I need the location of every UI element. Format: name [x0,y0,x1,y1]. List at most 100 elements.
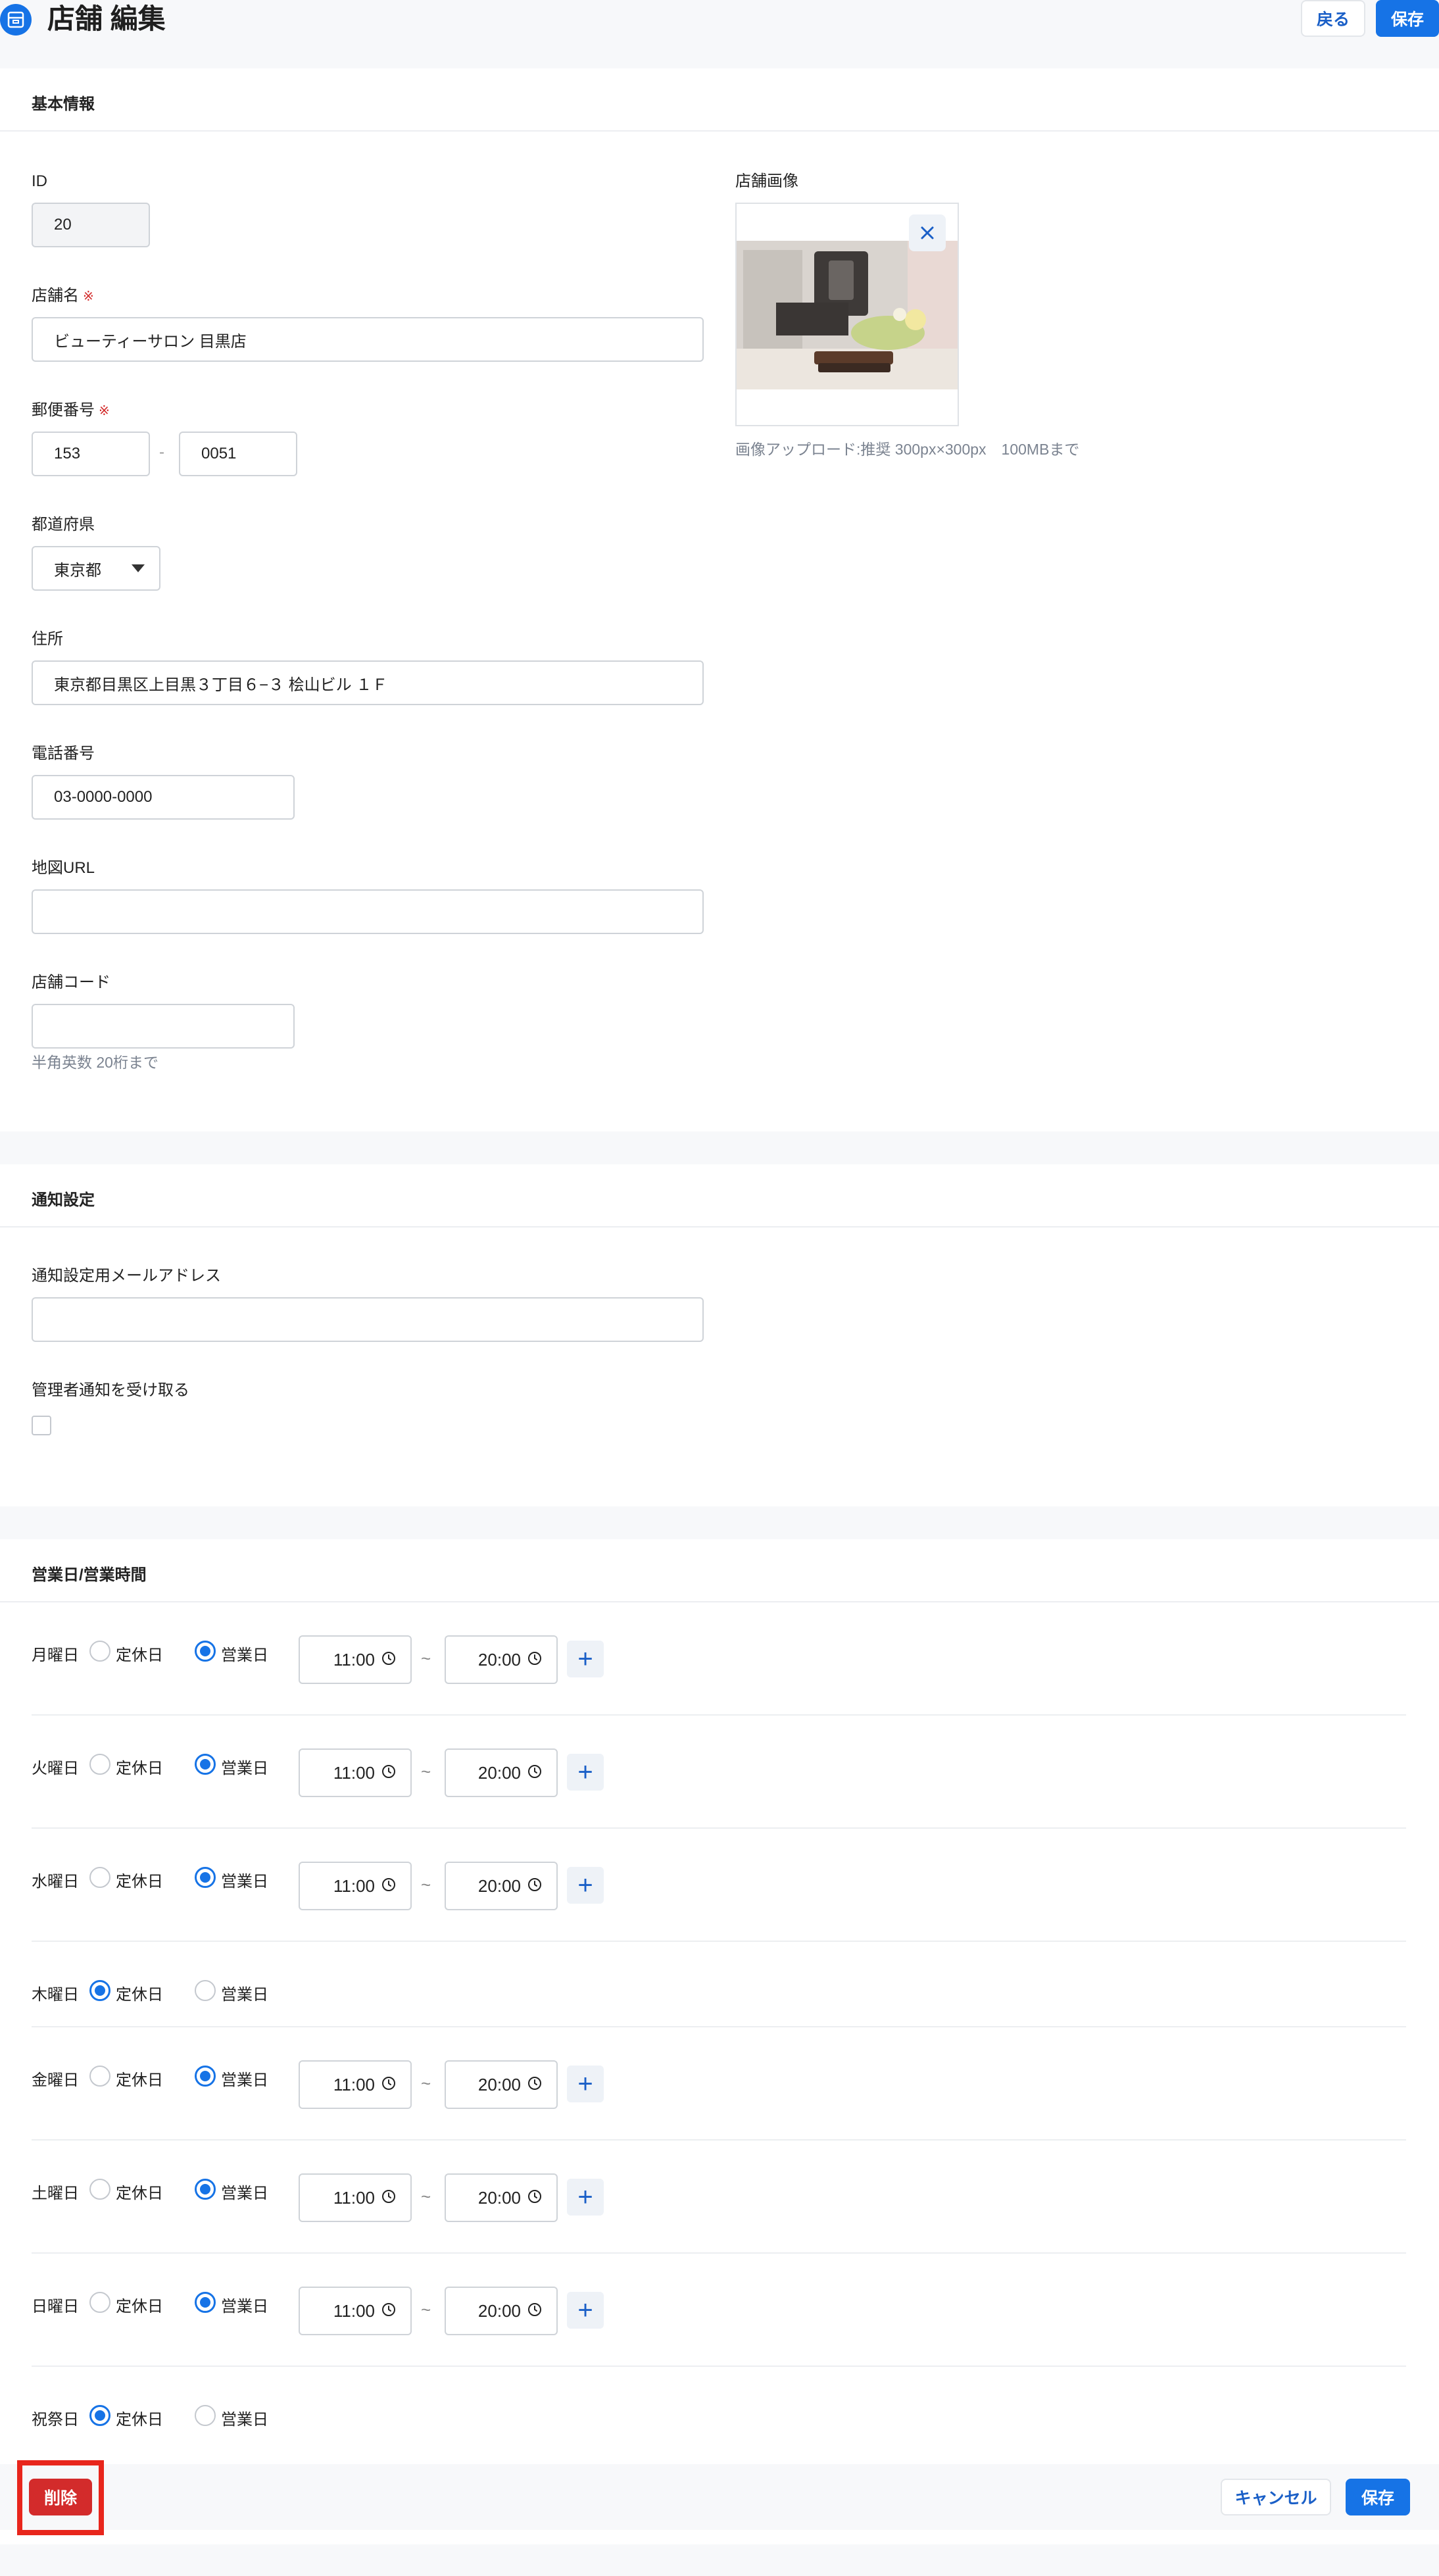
prefecture-label: 都道府県 [32,516,95,533]
open-radio[interactable] [195,2405,216,2426]
open-radio[interactable] [195,2179,216,2200]
open-radio[interactable] [195,1754,216,1775]
open-radio-label: 営業日 [221,2298,268,2316]
clock-icon [527,2075,542,2095]
closed-radio[interactable] [89,2066,110,2087]
footer-save-button[interactable]: 保存 [1346,2479,1410,2515]
end-time-input[interactable]: 20:00 [445,2060,558,2109]
page-title: 店舗 編集 [47,3,166,34]
delete-button[interactable]: 削除 [29,2479,92,2515]
business-hours-card [0,1539,1439,2544]
store-code-label: 店舗コード [32,974,110,991]
time-separator: ~ [421,2073,431,2093]
day-label: 水曜日 [32,1873,79,1891]
divider [0,1226,1439,1227]
store-name-label: 店舗名 ※ [32,287,94,305]
time-separator: ~ [421,1648,431,1668]
end-time-input[interactable]: 20:00 [445,2173,558,2222]
start-time-value: 11:00 [333,1649,375,1670]
row-divider [32,1827,1406,1829]
map-url-input[interactable] [32,889,704,934]
cancel-button[interactable]: キャンセル [1221,2479,1331,2515]
phone-input[interactable]: 03-0000-0000 [32,775,295,820]
store-name-input[interactable]: ビューティーサロン 目黒店 [32,317,704,362]
start-time-input[interactable]: 11:00 [299,2060,412,2109]
basic-info-card [0,68,1439,1131]
store-code-input[interactable] [32,1004,295,1049]
clock-icon [381,1763,396,1783]
open-radio-label: 営業日 [221,1760,268,1777]
address-label: 住所 [32,630,63,648]
closed-radio[interactable] [89,1867,110,1888]
open-radio[interactable] [195,2292,216,2313]
closed-radio[interactable] [89,2292,110,2313]
remove-image-button[interactable] [909,214,946,251]
end-time-input[interactable]: 20:00 [445,1635,558,1684]
prefecture-value: 東京都 [54,561,101,580]
closed-radio[interactable] [89,2179,110,2200]
header-save-button[interactable]: 保存 [1376,0,1439,37]
add-time-slot-button[interactable]: + [567,2292,604,2329]
day-label: 祝祭日 [32,2411,79,2429]
row-divider [32,2252,1406,2254]
open-radio[interactable] [195,1641,216,1662]
notification-email-input[interactable] [32,1297,704,1342]
closed-radio[interactable] [89,2405,110,2426]
day-label: 木曜日 [32,1986,79,2004]
start-time-value: 11:00 [333,2300,375,2321]
clock-icon [527,2301,542,2321]
closed-radio[interactable] [89,1641,110,1662]
start-time-value: 11:00 [333,2074,375,2094]
closed-radio-label: 定休日 [116,2071,163,2089]
basic-info-title: 基本情報 [32,95,95,113]
end-time-input[interactable]: 20:00 [445,2287,558,2335]
add-time-slot-button[interactable]: + [567,1754,604,1791]
open-radio[interactable] [195,1980,216,2001]
add-time-slot-button[interactable]: + [567,2179,604,2216]
postal-code-second-input[interactable]: 0051 [179,432,297,476]
start-time-input[interactable]: 11:00 [299,2173,412,2222]
start-time-value: 11:00 [333,2187,375,2208]
postal-code-first-input[interactable]: 153 [32,432,150,476]
start-time-input[interactable]: 11:00 [299,1748,412,1797]
closed-radio[interactable] [89,1980,110,2001]
image-upload-hint: 画像アップロード:推奨 300px×300px 100MBまで [735,441,1080,458]
closed-radio-label: 定休日 [116,2411,163,2429]
start-time-input[interactable]: 11:00 [299,1635,412,1684]
open-radio-label: 営業日 [221,1647,268,1664]
chevron-down-icon [132,564,145,572]
store-image-label: 店舗画像 [735,172,798,190]
end-time-input[interactable]: 20:00 [445,1862,558,1910]
row-divider [32,2026,1406,2027]
clock-icon [527,1650,542,1670]
divider [0,130,1439,132]
closed-radio-label: 定休日 [116,2185,163,2202]
end-time-input[interactable]: 20:00 [445,1748,558,1797]
map-url-label: 地図URL [32,859,95,877]
day-label: 金曜日 [32,2071,79,2089]
clock-icon [381,1650,396,1670]
notification-email-label: 通知設定用メールアドレス [32,1267,221,1285]
id-field: 20 [32,203,150,247]
admin-notify-checkbox[interactable] [32,1416,51,1435]
phone-label: 電話番号 [32,745,95,762]
clock-icon [527,2188,542,2208]
back-button[interactable]: 戻る [1301,0,1365,37]
start-time-input[interactable]: 11:00 [299,2287,412,2335]
start-time-input[interactable]: 11:00 [299,1862,412,1910]
open-radio-label: 営業日 [221,1873,268,1891]
postal-label: 郵便番号 ※ [32,401,110,419]
add-time-slot-button[interactable]: + [567,1867,604,1904]
closed-radio[interactable] [89,1754,110,1775]
prefecture-select[interactable]: 東京都 [32,546,160,591]
business-hours-title: 営業日/営業時間 [32,1566,147,1584]
clock-icon [381,2301,396,2321]
row-divider [32,2365,1406,2367]
address-input[interactable]: 東京都目黒区上目黒３丁目６−３ 桧山ビル １Ｆ [32,660,704,705]
open-radio[interactable] [195,1867,216,1888]
clock-icon [381,2075,396,2095]
open-radio[interactable] [195,2066,216,2087]
add-time-slot-button[interactable]: + [567,1641,604,1677]
add-time-slot-button[interactable]: + [567,2066,604,2102]
admin-notify-label: 管理者通知を受け取る [32,1381,189,1399]
